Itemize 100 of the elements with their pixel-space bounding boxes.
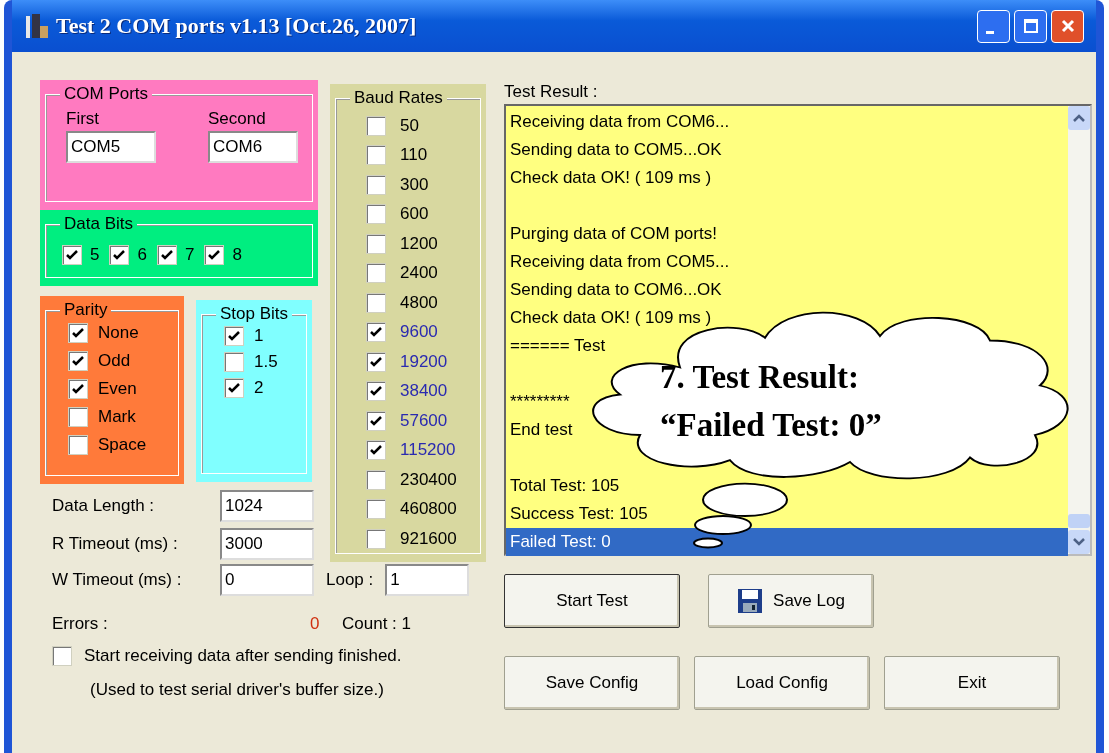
log-line[interactable]: ********* — [510, 388, 570, 416]
option-label: 1200 — [400, 233, 438, 254]
scroll-up-icon[interactable] — [1068, 106, 1090, 130]
checkbox[interactable] — [68, 323, 88, 343]
log-line[interactable]: Receiving data from COM5... — [510, 248, 730, 276]
option-label: 50 — [400, 115, 419, 136]
maximize-button[interactable] — [1014, 9, 1047, 43]
scroll-down-icon[interactable] — [1068, 530, 1090, 554]
log-line[interactable]: Success Test: 105 — [510, 500, 648, 528]
log-line[interactable]: Purging data of COM ports! — [510, 220, 717, 248]
checkbox[interactable] — [156, 245, 177, 265]
option-label: 1 — [254, 326, 264, 346]
option-label: 4800 — [400, 292, 438, 313]
checkmark-icon — [71, 326, 85, 340]
log-line[interactable]: Failed Test: 0 — [510, 528, 611, 556]
option-label: 115200 — [400, 440, 456, 461]
minimize-button[interactable] — [977, 9, 1010, 43]
log-line[interactable]: Total Test: 105 — [510, 472, 620, 500]
checkbox[interactable] — [224, 378, 244, 398]
checkbox[interactable] — [366, 410, 386, 431]
action-button[interactable]: Exit — [884, 656, 1060, 710]
test-result-label: Test Result : — [504, 82, 599, 102]
checkbox[interactable] — [366, 263, 386, 284]
option-label: Odd — [98, 351, 131, 371]
action-button[interactable]: Start Test — [504, 574, 680, 628]
option-label: 600 — [400, 204, 429, 225]
checkbox[interactable] — [366, 204, 386, 225]
checkbox[interactable] — [366, 528, 386, 549]
checkbox[interactable] — [68, 379, 88, 399]
checkbox[interactable] — [366, 174, 386, 195]
close-button[interactable] — [1051, 9, 1084, 43]
app-icon — [24, 12, 50, 40]
input-field[interactable]: 3000 — [220, 528, 314, 560]
checkbox[interactable] — [366, 351, 386, 372]
option-label: 57600 — [400, 410, 448, 431]
save-log-button[interactable]: Save Log — [708, 574, 874, 628]
second-port-field[interactable]: COM6 — [208, 131, 298, 163]
input-field[interactable]: 1024 — [220, 490, 314, 522]
field-label: W Timeout (ms) : — [51, 570, 182, 590]
option-label: 2400 — [400, 263, 438, 284]
callout-text: “Failed Test: 0” — [660, 406, 882, 445]
option-label: Mark — [98, 407, 136, 427]
checkbox[interactable] — [204, 245, 225, 265]
checkbox[interactable] — [366, 322, 386, 343]
loop-field[interactable]: 1 — [385, 564, 470, 596]
checkbox[interactable] — [366, 233, 386, 254]
maximize-icon — [1022, 18, 1039, 34]
checkbox[interactable] — [366, 440, 386, 461]
checkbox[interactable] — [366, 115, 386, 136]
checkbox[interactable] — [366, 499, 386, 520]
checkbox[interactable] — [68, 407, 88, 427]
checkbox[interactable] — [366, 381, 386, 402]
checkbox[interactable] — [68, 351, 88, 371]
checkbox[interactable] — [224, 326, 244, 346]
field-label: Second — [208, 109, 267, 129]
checkmark-icon — [112, 248, 127, 262]
checkmark-icon — [227, 381, 241, 395]
log-line[interactable]: Check data OK! ( 109 ms ) — [510, 164, 712, 192]
option-label: 230400 — [400, 469, 457, 490]
scroll-thumb[interactable] — [1068, 514, 1090, 528]
field-label: R Timeout (ms) : — [51, 534, 178, 554]
log-line[interactable]: End test — [510, 416, 573, 444]
log-line[interactable]: Check data OK! ( 109 ms ) — [510, 304, 712, 332]
log-line[interactable]: Sending data to COM6...OK — [510, 276, 722, 304]
option-label: 1.5 — [254, 352, 278, 372]
window-title: Test 2 COM ports v1.13 [Oct.26, 2007] — [56, 13, 418, 39]
checkmark-icon — [65, 248, 79, 262]
action-button[interactable]: Load Config — [694, 656, 870, 710]
first-port-field[interactable]: COM5 — [66, 131, 156, 163]
field-label: Loop : — [326, 570, 374, 590]
checkmark-icon — [71, 382, 85, 396]
option-label: 460800 — [400, 499, 457, 520]
checkbox[interactable] — [109, 245, 130, 265]
checkbox[interactable] — [62, 245, 82, 265]
log-line[interactable]: Sending data to COM5...OK — [510, 136, 722, 164]
checkbox-label: Start receiving data after sending finished. — [84, 646, 402, 666]
close-icon — [1059, 18, 1076, 34]
option-label: Space — [98, 435, 147, 455]
checkbox[interactable] — [366, 145, 386, 166]
option-label: None — [98, 323, 139, 343]
action-button[interactable]: Save Config — [504, 656, 680, 710]
checkbox[interactable] — [224, 352, 244, 372]
option-label: 2 — [254, 378, 264, 398]
option-label: 19200 — [400, 351, 448, 372]
group-title: Stop Bits — [216, 304, 293, 324]
note-text: (Used to test serial driver's buffer size.) — [89, 680, 385, 700]
option-label: 300 — [400, 174, 429, 195]
log-line[interactable]: ====== Test — [510, 332, 606, 360]
checkbox[interactable] — [68, 435, 88, 455]
checkmark-icon — [71, 354, 85, 368]
option-label: 921600 — [400, 528, 457, 549]
checkbox[interactable] — [366, 469, 386, 490]
callout-text: 7. Test Result: — [660, 358, 859, 397]
checkmark-icon — [369, 413, 383, 428]
input-field[interactable]: 0 — [220, 564, 314, 596]
option-label: 38400 — [400, 381, 448, 402]
checkbox[interactable] — [52, 646, 72, 666]
option-label: 110 — [400, 145, 428, 166]
log-line[interactable]: Receiving data from COM6... — [510, 108, 730, 136]
checkbox[interactable] — [366, 292, 386, 313]
